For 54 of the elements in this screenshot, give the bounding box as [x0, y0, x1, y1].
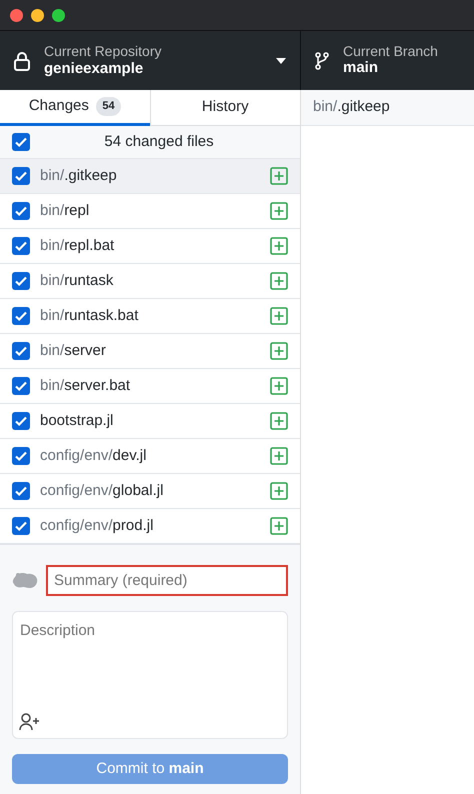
checkbox[interactable] — [12, 237, 30, 255]
file-added-icon — [270, 342, 288, 360]
file-path: bin/runtask.bat — [40, 306, 138, 326]
file-path: bin/repl — [40, 200, 90, 221]
checkbox[interactable] — [12, 167, 30, 185]
file-added-icon — [270, 237, 288, 255]
file-added-icon — [270, 377, 288, 395]
branch-selector[interactable]: Current Branch main — [301, 31, 474, 90]
file-added-icon — [270, 202, 288, 220]
file-added-icon — [270, 517, 288, 535]
count-badge: 54 — [96, 97, 121, 116]
repository-name: genieexample — [44, 60, 144, 78]
branch-icon — [315, 52, 329, 70]
checkbox[interactable] — [12, 342, 30, 360]
summary-field[interactable]: Summary (required) — [46, 565, 288, 596]
file-path: bin/server.bat — [40, 376, 130, 396]
checkbox[interactable] — [12, 202, 30, 220]
file-path: bootstrap.jl — [40, 410, 114, 431]
checkbox[interactable] — [12, 447, 30, 465]
lock-icon — [14, 51, 30, 71]
checkbox[interactable] — [12, 272, 30, 290]
checkbox[interactable] — [12, 412, 30, 430]
branch-name: main — [343, 59, 380, 78]
checkbox[interactable] — [12, 133, 30, 151]
branch-label: Current Branch — [343, 44, 438, 60]
file-path: config/env/dev.jl — [40, 446, 146, 466]
file-added-icon — [270, 482, 288, 500]
file-path: bin/server — [40, 340, 106, 361]
file-row[interactable]: bin/.gitkeep — [0, 159, 300, 194]
tab[interactable]: History — [150, 90, 300, 126]
file-path: config/env/global.jl — [40, 480, 164, 501]
add-coauthor-icon[interactable] — [19, 713, 41, 731]
checkbox[interactable] — [12, 377, 30, 395]
file-path: bin/repl.bat — [40, 236, 114, 256]
avatar-icon — [12, 570, 38, 590]
file-added-icon — [270, 272, 288, 290]
file-added-icon — [270, 447, 288, 465]
changed-files-count: 54 changed files — [103, 132, 215, 152]
minimize-button[interactable] — [31, 8, 44, 22]
checkbox[interactable] — [12, 482, 30, 500]
file-path: bin/runtask — [40, 270, 114, 291]
file-added-icon — [270, 412, 288, 430]
file-path: config/env/prod.jl — [40, 516, 154, 536]
checkbox[interactable] — [12, 307, 30, 325]
file-added-icon — [270, 307, 288, 325]
checkbox[interactable] — [12, 517, 30, 535]
diff-file-path: bin/.gitkeep — [301, 90, 474, 126]
caret-icon — [276, 58, 286, 64]
description-field[interactable]: Description — [12, 611, 288, 739]
file-path: bin/.gitkeep — [40, 166, 117, 186]
repository-label: Current Repository — [44, 44, 162, 60]
zoom-button[interactable] — [52, 8, 65, 22]
close-button[interactable] — [10, 8, 23, 22]
file-added-icon — [270, 167, 288, 185]
